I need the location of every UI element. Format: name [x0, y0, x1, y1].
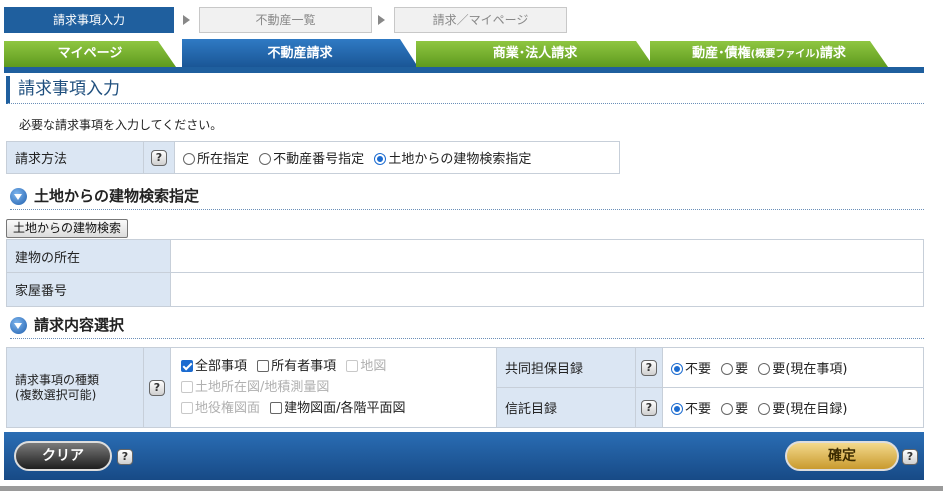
- radio-icon[interactable]: [721, 403, 734, 415]
- request-item-easement: 地役権図面: [181, 401, 260, 416]
- building-table: 建物の所在 家屋番号: [6, 239, 924, 307]
- option-label: 要: [735, 362, 749, 377]
- request-item-building-drawing[interactable]: 建物図面/各階平面図: [270, 401, 406, 416]
- radio-icon[interactable]: [758, 403, 771, 415]
- request-item-label: 全部事項: [195, 359, 248, 374]
- method-option-label: 所在指定: [197, 152, 250, 167]
- section-title: 土地からの建物検索指定: [34, 187, 200, 205]
- radio-icon[interactable]: [758, 363, 771, 375]
- checkbox-icon[interactable]: [270, 402, 283, 414]
- joint-collateral-current[interactable]: 要(現在事項): [758, 362, 847, 377]
- chevron-down-circle-icon: [10, 188, 27, 205]
- help-icon[interactable]: ?: [902, 449, 918, 465]
- trust-none[interactable]: 不要: [671, 402, 711, 417]
- request-type-help: ?: [143, 347, 171, 428]
- chevron-down-circle-icon: [10, 317, 27, 334]
- method-option-number[interactable]: 不動産番号指定: [259, 152, 364, 167]
- radio-selected-icon[interactable]: [671, 363, 683, 375]
- tab-real-estate[interactable]: 不動産請求: [182, 39, 418, 67]
- joint-collateral-help: ?: [635, 347, 663, 388]
- joint-collateral-label: 共同担保目録: [496, 347, 636, 388]
- tab-movable-suffix: 請求: [819, 46, 846, 61]
- tab-commercial[interactable]: 商業･法人請求: [416, 41, 654, 67]
- request-item-label: 地役権図面: [195, 401, 261, 416]
- trust-current[interactable]: 要(現在目録): [758, 402, 847, 417]
- request-content-table: 請求事項の種類 (複数選択可能) ? 全部事項 所有者事項 地図 土地所在図/地…: [6, 347, 924, 428]
- checkbox-icon[interactable]: [257, 360, 270, 372]
- tab-movable-label: 動産･債権: [692, 46, 751, 61]
- radio-icon[interactable]: [721, 363, 734, 375]
- option-label: 不要: [685, 402, 712, 417]
- checkbox-checked-icon[interactable]: [181, 360, 193, 372]
- section-title: 請求内容選択: [34, 316, 125, 334]
- help-icon[interactable]: ?: [117, 449, 133, 465]
- clear-button[interactable]: クリア: [14, 441, 112, 471]
- tab-bar-underline: [4, 67, 924, 73]
- section-request-content: 請求内容選択: [10, 313, 924, 339]
- request-item-label: 建物図面/各階平面図: [284, 401, 406, 416]
- method-table: 請求方法 ? 所在指定 不動産番号指定 土地からの建物検索指定: [6, 141, 620, 174]
- request-item-all[interactable]: 全部事項: [181, 359, 247, 374]
- joint-collateral-required[interactable]: 要: [721, 362, 748, 377]
- request-item-label: 地図: [360, 359, 387, 374]
- checkbox-disabled-icon: [181, 402, 193, 414]
- request-type-options: 全部事項 所有者事項 地図 土地所在図/地積測量図 地役権図面 建物図面/各階平…: [170, 347, 497, 428]
- step-arrow-icon: [378, 15, 385, 25]
- trust-options: 不要 要 要(現在目録): [662, 387, 924, 428]
- radio-icon[interactable]: [183, 153, 195, 165]
- house-number-label: 家屋番号: [6, 272, 171, 307]
- page-title: 請求事項入力: [6, 76, 924, 104]
- confirm-button[interactable]: 確定: [785, 441, 899, 471]
- step-arrow-icon: [183, 15, 190, 25]
- joint-collateral-none[interactable]: 不要: [671, 362, 711, 377]
- option-label: 要: [735, 402, 749, 417]
- tab-mypage[interactable]: マイページ: [4, 41, 176, 67]
- option-label: 不要: [685, 362, 712, 377]
- help-icon[interactable]: ?: [641, 399, 657, 416]
- footer-bar: クリア ? 確定 ?: [4, 432, 924, 480]
- method-option-label: 土地からの建物検索指定: [388, 152, 532, 167]
- request-item-map: 地図: [346, 359, 386, 374]
- bottom-divider: [0, 486, 943, 491]
- intro-text: 必要な請求事項を入力してください。: [19, 118, 223, 132]
- joint-collateral-options: 不要 要 要(現在事項): [662, 347, 924, 388]
- request-item-label: 所有者事項: [271, 359, 337, 374]
- request-item-survey-map: 土地所在図/地積測量図: [181, 380, 329, 395]
- request-item-label: 土地所在図/地積測量図: [195, 380, 330, 395]
- request-type-label-line2: (複数選択可能): [15, 387, 97, 402]
- trust-label: 信託目録: [496, 387, 636, 428]
- checkbox-disabled-icon: [181, 381, 193, 393]
- method-option-location[interactable]: 所在指定: [183, 152, 249, 167]
- method-options: 所在指定 不動産番号指定 土地からの建物検索指定: [174, 141, 620, 174]
- option-label: 要(現在事項): [772, 362, 848, 377]
- section-building-search: 土地からの建物検索指定: [10, 184, 924, 210]
- help-icon[interactable]: ?: [641, 359, 657, 376]
- checkbox-disabled-icon: [346, 360, 359, 372]
- request-item-owner[interactable]: 所有者事項: [257, 359, 336, 374]
- radio-selected-icon[interactable]: [374, 153, 387, 165]
- radio-icon[interactable]: [259, 153, 272, 165]
- method-label: 請求方法: [6, 141, 144, 174]
- house-number-value: [170, 272, 924, 307]
- tab-movable[interactable]: 動産･債権(概要ファイル)請求: [650, 41, 888, 67]
- building-search-button[interactable]: 土地からの建物検索: [6, 219, 129, 238]
- step-property-list: 不動産一覧: [199, 7, 372, 33]
- trust-help: ?: [635, 387, 663, 428]
- step-request-input: 請求事項入力: [4, 7, 174, 33]
- trust-required[interactable]: 要: [721, 402, 748, 417]
- building-location-value: [170, 239, 924, 273]
- tab-movable-sub: (概要ファイル): [750, 49, 820, 60]
- method-option-building-search[interactable]: 土地からの建物検索指定: [374, 152, 531, 167]
- building-location-label: 建物の所在: [6, 239, 171, 273]
- request-type-label: 請求事項の種類 (複数選択可能): [6, 347, 144, 428]
- help-icon[interactable]: ?: [149, 379, 165, 396]
- help-icon[interactable]: ?: [151, 149, 167, 166]
- request-type-label-line1: 請求事項の種類: [15, 372, 100, 387]
- radio-selected-icon[interactable]: [671, 403, 683, 415]
- option-label: 要(現在目録): [772, 402, 848, 417]
- step-mypage: 請求／マイページ: [394, 7, 567, 33]
- method-option-label: 不動産番号指定: [273, 152, 365, 167]
- method-help: ?: [143, 141, 175, 174]
